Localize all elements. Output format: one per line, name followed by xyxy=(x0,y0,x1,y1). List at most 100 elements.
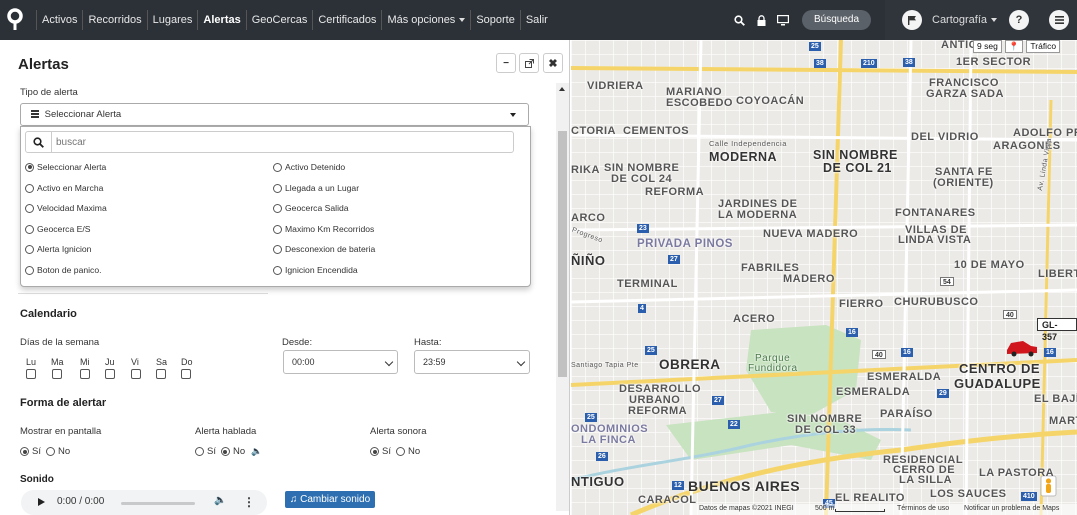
radio-selected[interactable] xyxy=(25,162,34,172)
radio-si-label: Sí xyxy=(207,446,216,457)
checkbox-lu[interactable] xyxy=(26,369,36,379)
highway-shield: 25 xyxy=(809,42,821,51)
checkbox-ju[interactable] xyxy=(105,369,115,379)
tipo-alerta-select[interactable]: Seleccionar Alerta xyxy=(20,103,529,126)
day-label: Do xyxy=(181,357,193,367)
search-input[interactable] xyxy=(56,135,496,149)
nav-lugares[interactable]: Lugares xyxy=(146,10,198,30)
option-velocidad-maxima[interactable]: Velocidad Maxima xyxy=(25,203,107,213)
radio[interactable] xyxy=(273,162,282,172)
location-pin-icon[interactable]: 📍 xyxy=(1004,40,1024,53)
option-geocerca-salida[interactable]: Geocerca Salida xyxy=(273,203,349,213)
map-terms-link[interactable]: Términos de uso xyxy=(897,505,949,512)
page-title: Alertas xyxy=(18,56,69,73)
checkbox-vi[interactable] xyxy=(131,369,141,379)
radio[interactable] xyxy=(273,244,282,254)
nav-soporte[interactable]: Soporte xyxy=(470,10,520,30)
radio[interactable] xyxy=(273,183,282,193)
radio-no[interactable] xyxy=(395,447,405,456)
option-seleccionar-alerta[interactable]: Seleccionar Alerta xyxy=(25,162,106,172)
nav-activos[interactable]: Activos xyxy=(36,10,82,30)
street-view-pegman-icon[interactable] xyxy=(1040,475,1057,497)
more-vertical-icon[interactable]: ⋮ xyxy=(243,495,255,509)
cambiar-sonido-button[interactable]: ♫ Cambiar sonido xyxy=(285,491,375,508)
checkbox-mi[interactable] xyxy=(80,369,90,379)
checkbox-do[interactable] xyxy=(181,369,191,379)
radio[interactable] xyxy=(273,203,282,213)
cartografia-menu[interactable]: Cartografía xyxy=(932,14,998,26)
radio[interactable] xyxy=(25,203,34,213)
location-pin-logo[interactable] xyxy=(6,8,24,32)
map-label: 10 DE MAYO xyxy=(954,259,1025,271)
nav-geocercas[interactable]: GeoCercas xyxy=(245,10,313,30)
hasta-select[interactable]: 23:59 xyxy=(414,350,530,374)
map-label: LIBERT xyxy=(1038,268,1077,280)
option-maximo-km-recorridos[interactable]: Maximo Km Recorridos xyxy=(273,224,374,234)
highway-shield: 12 xyxy=(672,481,684,490)
checkbox-sa[interactable] xyxy=(156,369,166,379)
popout-button[interactable] xyxy=(519,53,539,73)
map-label: REFORMA xyxy=(645,186,705,198)
option-ignicion-encendida[interactable]: Ignicion Encendida xyxy=(273,265,358,275)
speaker-icon[interactable]: 🔈 xyxy=(251,446,262,457)
close-button[interactable]: ✖ xyxy=(543,53,563,73)
audio-progress[interactable] xyxy=(121,502,195,505)
flag-icon[interactable] xyxy=(902,10,922,30)
checkbox-ma[interactable] xyxy=(52,369,62,379)
map-label: LA MODERNA xyxy=(718,209,798,221)
play-icon[interactable] xyxy=(38,498,45,506)
forma-heading: Forma de alertar xyxy=(20,397,107,409)
nav-recorridos[interactable]: Recorridos xyxy=(82,10,146,30)
highway-shield: 410 xyxy=(1021,492,1037,501)
option-desconexion-de-bateria[interactable]: Desconexion de bateria xyxy=(273,244,375,254)
option-llegada-a-un-lugar[interactable]: Llegada a un Lugar xyxy=(273,183,359,193)
radio[interactable] xyxy=(25,183,34,193)
scrollbar-thumb[interactable] xyxy=(558,131,567,377)
nav-alertas[interactable]: Alertas xyxy=(197,10,245,30)
option-activo-en-marcha[interactable]: Activo en Marcha xyxy=(25,183,103,193)
radio-no[interactable] xyxy=(220,447,230,456)
close-icon: ✖ xyxy=(548,57,558,70)
map-view[interactable]: VIDRIERA MARIANO ESCOBEDO COYOACÁN FRANC… xyxy=(571,40,1077,515)
nav-mas-opciones[interactable]: Más opciones xyxy=(381,10,470,30)
nav-salir[interactable]: Salir xyxy=(519,10,553,30)
highway-shield: 23 xyxy=(637,224,649,233)
map-label: FONTANARES xyxy=(895,207,976,219)
desde-select[interactable]: 00:00 xyxy=(283,350,398,374)
map-attribution: Datos de mapas ©2021 INEGI xyxy=(699,505,794,512)
scroll-up-arrow-icon[interactable] xyxy=(559,87,565,91)
option-geocerca-es[interactable]: Geocerca E/S xyxy=(25,224,91,234)
desde-label: Desde: xyxy=(282,337,313,348)
search-icon[interactable] xyxy=(730,11,748,29)
refresh-interval[interactable]: 9 seg xyxy=(973,40,1002,53)
radio-si[interactable] xyxy=(370,447,379,456)
panel-scrollbar[interactable] xyxy=(556,83,569,511)
vehicle-label[interactable]: GL-357 xyxy=(1037,318,1077,342)
help-icon[interactable]: ? xyxy=(1009,10,1030,30)
busqueda-button[interactable]: Búsqueda xyxy=(802,10,872,30)
highway-shield: 22 xyxy=(728,420,740,429)
search-icon[interactable] xyxy=(26,132,52,152)
minimize-button[interactable]: − xyxy=(496,53,516,73)
radio[interactable] xyxy=(25,224,34,234)
nav-certificados[interactable]: Certificados xyxy=(312,10,381,30)
option-alerta-ignicion[interactable]: Alerta Ignicion xyxy=(25,244,91,254)
radio-no[interactable] xyxy=(45,447,55,456)
monitor-icon[interactable] xyxy=(774,11,792,29)
traffic-toggle[interactable]: Tráfico xyxy=(1026,40,1061,53)
option-boton-de-panico[interactable]: Boton de panico. xyxy=(25,265,102,275)
radio-si[interactable] xyxy=(195,447,204,456)
radio[interactable] xyxy=(25,265,34,275)
map-report-link[interactable]: Notificar un problema de Maps xyxy=(964,505,1059,512)
volume-icon[interactable]: 🔈 xyxy=(214,495,226,506)
lock-icon[interactable] xyxy=(752,11,770,29)
radio[interactable] xyxy=(25,244,34,254)
menu-icon[interactable] xyxy=(1049,10,1070,30)
option-activo-detenido[interactable]: Activo Detenido xyxy=(273,162,345,172)
radio[interactable] xyxy=(273,265,282,275)
map-label: DE COL 24 xyxy=(611,173,673,185)
radio[interactable] xyxy=(273,224,282,234)
radio-si[interactable] xyxy=(20,447,29,456)
audio-time: 0:00 / 0:00 xyxy=(57,496,105,507)
caret-down-icon xyxy=(459,18,466,23)
